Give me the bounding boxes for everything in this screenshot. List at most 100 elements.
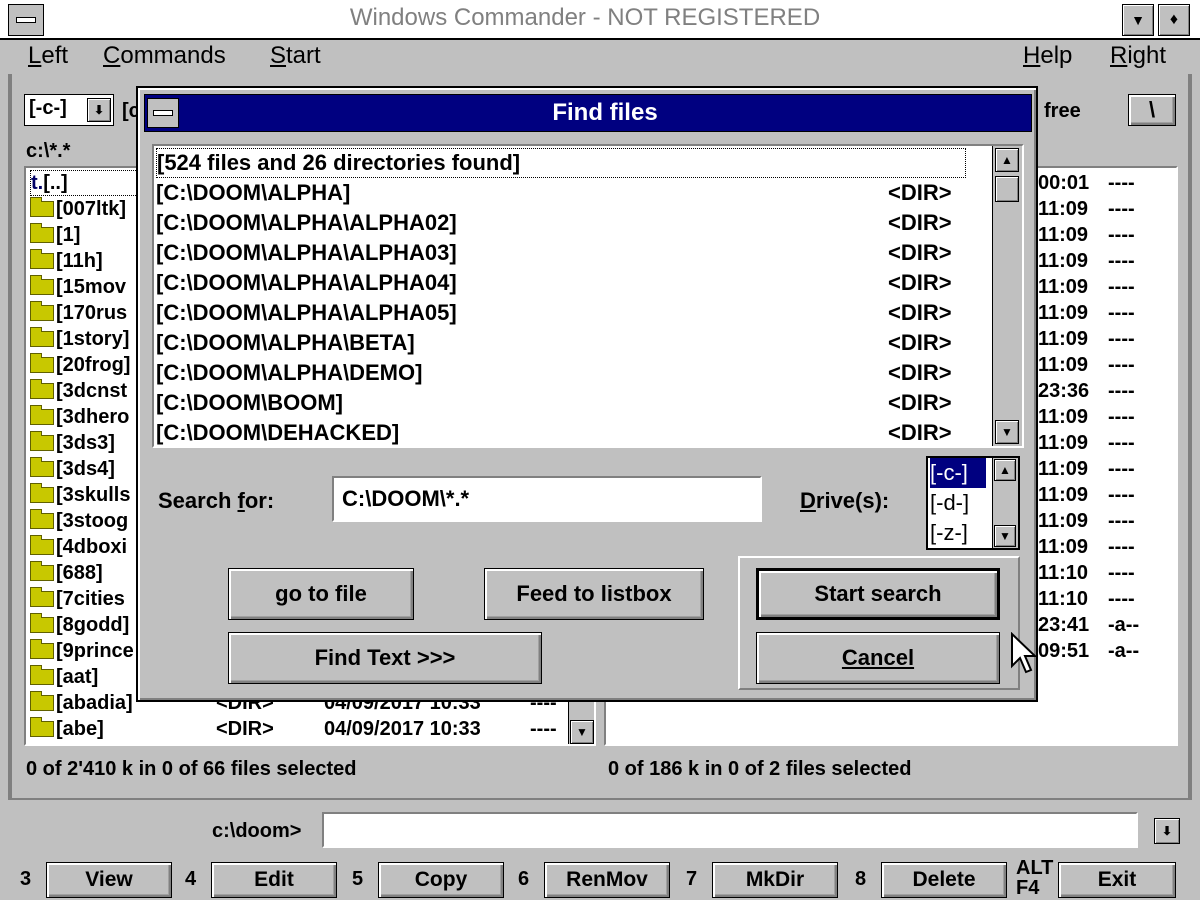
maximize-button[interactable]: ♦ — [1158, 4, 1190, 36]
file-row[interactable]: 11:10 ---- — [1038, 586, 1135, 612]
result-row[interactable]: [C:\DOOM\ALPHA] <DIR> — [156, 178, 966, 208]
file-time: 11:09 — [1038, 483, 1089, 506]
file-row[interactable]: 11:09 ---- — [1038, 274, 1135, 300]
results-scroll-down[interactable]: ▼ — [995, 420, 1019, 444]
file-attr: ---- — [1108, 405, 1135, 428]
result-row[interactable]: [C:\DOOM\ALPHA\ALPHA05] <DIR> — [156, 298, 966, 328]
folder-icon — [30, 639, 54, 659]
folder-icon — [30, 223, 54, 243]
file-row[interactable]: 11:09 ---- — [1038, 534, 1135, 560]
result-name: [C:\DOOM\ALPHA\ALPHA03] — [156, 240, 457, 265]
result-row[interactable]: [C:\DOOM\ALPHA\ALPHA03] <DIR> — [156, 238, 966, 268]
file-row[interactable]: 11:10 ---- — [1038, 560, 1135, 586]
find-results-list[interactable]: [524 files and 26 directories found] [C:\… — [152, 144, 1024, 448]
file-row[interactable]: 11:09 ---- — [1038, 300, 1135, 326]
file-row[interactable]: 11:09 ---- — [1038, 196, 1135, 222]
search-for-input[interactable]: C:\DOOM\*.* — [332, 476, 762, 522]
file-row[interactable]: 23:41 -a-- — [1038, 612, 1139, 638]
result-row[interactable]: [524 files and 26 directories found] — [156, 148, 966, 178]
go-to-file-button[interactable]: go to file — [228, 568, 414, 620]
drives-scroll-down[interactable]: ▼ — [994, 525, 1016, 547]
function-key-copy-button[interactable]: Copy — [378, 862, 504, 898]
result-tag: <DIR> — [888, 300, 952, 325]
file-row[interactable]: 11:09 ---- — [1038, 352, 1135, 378]
parent-dir-entry[interactable]: t. [..] — [30, 170, 140, 196]
result-row[interactable]: [C:\DOOM\ALPHA\ALPHA02] <DIR> — [156, 208, 966, 238]
drives-scroll-up[interactable]: ▲ — [994, 459, 1016, 481]
function-key-label: Delete — [912, 868, 976, 891]
drive-option[interactable]: [-d-] — [930, 488, 969, 518]
left-frame — [8, 74, 12, 800]
file-row[interactable]: 11:09 ---- — [1038, 430, 1135, 456]
function-key-delete-button[interactable]: Delete — [881, 862, 1007, 898]
results-scrollbar[interactable]: ▲ ▼ — [992, 146, 1022, 446]
function-key-exit-button[interactable]: Exit — [1058, 862, 1176, 898]
drives-scrollbar[interactable]: ▲ ▼ — [992, 458, 1018, 548]
minimize-button[interactable]: ▼ — [1122, 4, 1154, 36]
file-row[interactable]: 09:51 -a-- — [1038, 638, 1139, 664]
file-row[interactable]: 00:01 ---- — [1038, 170, 1135, 196]
drive-option[interactable]: [-c-] — [930, 458, 986, 488]
result-row[interactable]: [C:\DOOM\ALPHA\BETA] <DIR> — [156, 328, 966, 358]
parent-dir-label: [..] — [43, 171, 68, 194]
menu-help[interactable]: Help — [1023, 42, 1072, 70]
file-time: 11:09 — [1038, 405, 1089, 428]
drives-list[interactable]: [-c-] [-d-] [-z-] ▲ ▼ — [926, 456, 1020, 550]
menu-start[interactable]: Start — [270, 42, 321, 70]
function-key-view-button[interactable]: View — [46, 862, 172, 898]
file-time: 11:09 — [1038, 509, 1089, 532]
root-dir-button[interactable]: \ — [1128, 94, 1176, 126]
left-drive-dropdown[interactable]: ⬇ — [87, 98, 111, 122]
function-key-edit-button[interactable]: Edit — [211, 862, 337, 898]
start-search-button[interactable]: Start search — [756, 568, 1000, 620]
cancel-button[interactable]: Cancel — [756, 632, 1000, 684]
left-drive-combo[interactable]: [-c-] ⬇ — [24, 94, 114, 126]
file-row[interactable]: 11:09 ---- — [1038, 222, 1135, 248]
folder-icon — [30, 691, 54, 711]
file-time: 11:09 — [1038, 353, 1089, 376]
result-row[interactable]: [C:\DOOM\ALPHA\ALPHA04] <DIR> — [156, 268, 966, 298]
file-time: 11:09 — [1038, 457, 1089, 480]
file-row[interactable]: 11:09 ---- — [1038, 326, 1135, 352]
arrow-up-icon: ▲ — [1001, 153, 1013, 167]
right-free-label: free — [1044, 100, 1081, 122]
result-row[interactable]: [C:\DOOM\BOOM] <DIR> — [156, 388, 966, 418]
function-key-renmov-button[interactable]: RenMov — [544, 862, 670, 898]
arrow-down-icon: ▼ — [999, 529, 1011, 543]
find-text-button[interactable]: Find Text >>> — [228, 632, 542, 684]
file-row[interactable]: 11:09 ---- — [1038, 482, 1135, 508]
function-key-mkdir-button[interactable]: MkDir — [712, 862, 838, 898]
command-history-dropdown[interactable]: ⬇ — [1154, 818, 1180, 844]
menu-right[interactable]: Right — [1110, 42, 1166, 70]
feed-to-listbox-button[interactable]: Feed to listbox — [484, 568, 704, 620]
left-scroll-down[interactable]: ▼ — [570, 720, 594, 744]
system-menu-button[interactable] — [8, 4, 44, 36]
result-row[interactable]: [C:\DOOM\DEHACKED] <DIR> — [156, 418, 966, 446]
folder-icon — [30, 301, 54, 321]
function-key-number: 4 — [185, 868, 197, 890]
file-row[interactable]: 11:09 ---- — [1038, 508, 1135, 534]
root-dir-label: \ — [1148, 97, 1156, 122]
left-status: 0 of 2'410 k in 0 of 66 files selected — [26, 758, 357, 780]
file-attr: ---- — [530, 717, 557, 740]
drive-option[interactable]: [-z-] — [930, 518, 968, 548]
results-scroll-up[interactable]: ▲ — [995, 148, 1019, 172]
find-files-dialog: Find files [524 files and 26 directories… — [136, 86, 1038, 702]
file-row[interactable]: 23:36 ---- — [1038, 378, 1135, 404]
file-row[interactable]: 11:09 ---- — [1038, 404, 1135, 430]
file-row[interactable]: 11:09 ---- — [1038, 456, 1135, 482]
file-row[interactable]: [abe] <DIR> 04/09/2017 10:33 ---- — [30, 716, 557, 742]
command-line-input[interactable] — [322, 812, 1138, 848]
menu-commands[interactable]: Commands — [103, 42, 226, 70]
dialog-system-menu[interactable] — [147, 98, 179, 128]
result-row[interactable]: [C:\DOOM\ALPHA\DEMO] <DIR> — [156, 358, 966, 388]
file-attr: ---- — [1108, 483, 1135, 506]
menu-left[interactable]: Left — [28, 42, 68, 70]
system-menu-icon — [153, 110, 173, 116]
function-key-number: 8 — [855, 868, 867, 890]
file-row[interactable]: 11:09 ---- — [1038, 248, 1135, 274]
results-scroll-thumb[interactable] — [995, 176, 1019, 202]
folder-icon — [30, 353, 54, 373]
file-size: <DIR> — [216, 717, 274, 740]
result-tag: <DIR> — [888, 360, 952, 385]
